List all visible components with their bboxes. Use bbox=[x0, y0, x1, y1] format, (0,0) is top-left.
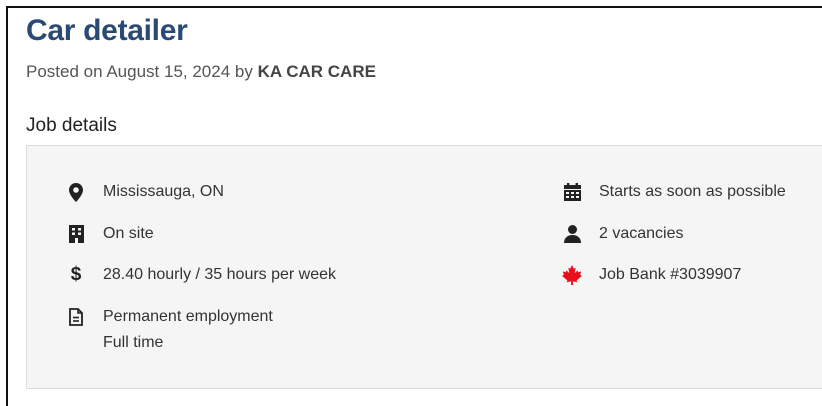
calendar-icon bbox=[562, 182, 582, 202]
dollar-icon: $ bbox=[70, 264, 82, 285]
posted-date: Posted on August 15, 2024 by bbox=[26, 62, 253, 81]
posted-info: Posted on August 15, 2024 by KA CAR CARE bbox=[26, 62, 376, 82]
location-text: Mississauga, ON bbox=[103, 183, 224, 200]
job-bank-number: Job Bank #3039907 bbox=[599, 266, 742, 283]
maple-leaf-icon bbox=[562, 265, 582, 285]
employer-name: KA CAR CARE bbox=[257, 62, 376, 81]
job-title: Car detailer bbox=[26, 14, 188, 47]
employment-hours-text: Full time bbox=[103, 334, 164, 351]
vacancies-text: 2 vacancies bbox=[599, 225, 684, 242]
location-pin-icon bbox=[66, 182, 86, 202]
start-date-text: Starts as soon as possible bbox=[599, 183, 786, 200]
employment-type-text: Permanent employment bbox=[103, 308, 273, 325]
job-details-panel: Mississauga, ON On site $ 28.40 hourly /… bbox=[26, 145, 822, 389]
job-details-heading: Job details bbox=[26, 115, 117, 136]
salary-text: 28.40 hourly / 35 hours per week bbox=[103, 266, 337, 283]
building-icon bbox=[66, 224, 86, 244]
workplace-text: On site bbox=[103, 225, 154, 242]
person-icon bbox=[562, 224, 582, 244]
document-icon bbox=[66, 307, 86, 327]
